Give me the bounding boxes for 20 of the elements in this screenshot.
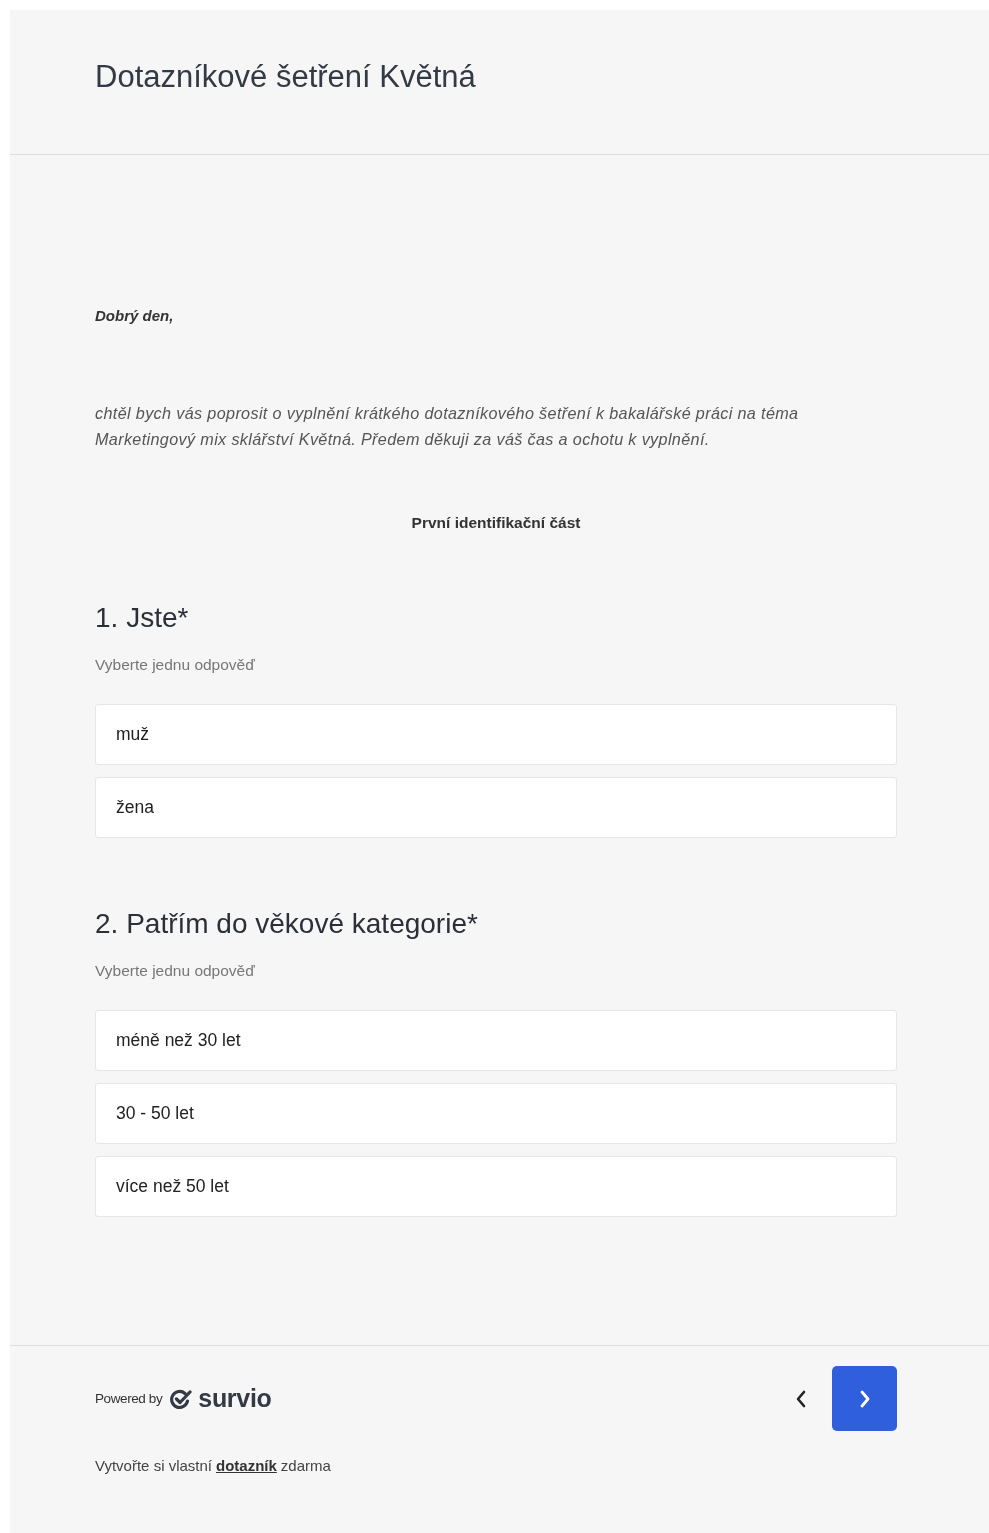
intro-paragraph: chtěl bych vás poprosit o vyplnění krátkého dotazníkového šetření k bakalářské práci na téma Marketingový mix sklářství Květná. Předem děkuji za váš čas a ochotu k vyplnění. xyxy=(95,403,800,450)
answer-option[interactable]: více než 50 let xyxy=(95,1156,897,1217)
answer-option[interactable]: žena xyxy=(95,777,897,838)
answer-option[interactable]: 30 - 50 let xyxy=(95,1083,897,1144)
question-hint: Vyberte jednu odpověď xyxy=(95,656,256,674)
question-hint: Vyberte jednu odpověď xyxy=(95,962,256,980)
question-title: 1. Jste* xyxy=(95,602,190,634)
questionnaire-link[interactable]: dotazník xyxy=(216,1457,277,1474)
answer-option[interactable]: méně než 30 let xyxy=(95,1010,897,1071)
create-suffix: zdarma xyxy=(280,1457,331,1474)
brand-name: survio xyxy=(198,1384,272,1413)
section-title: První identifikační část xyxy=(410,514,582,532)
answer-option[interactable]: muž xyxy=(95,704,897,765)
greeting: Dobrý den, xyxy=(95,307,175,324)
question-title: 2. Patřím do věkové kategorie* xyxy=(95,908,479,940)
create-prefix: Vytvořte si vlastní xyxy=(95,1457,212,1474)
survey-title: Dotazníkové šetření Květná xyxy=(95,59,476,95)
chevron-left-icon xyxy=(794,1388,808,1409)
powered-by-label: Powered by xyxy=(95,1391,163,1406)
check-logo-icon xyxy=(170,1388,193,1409)
